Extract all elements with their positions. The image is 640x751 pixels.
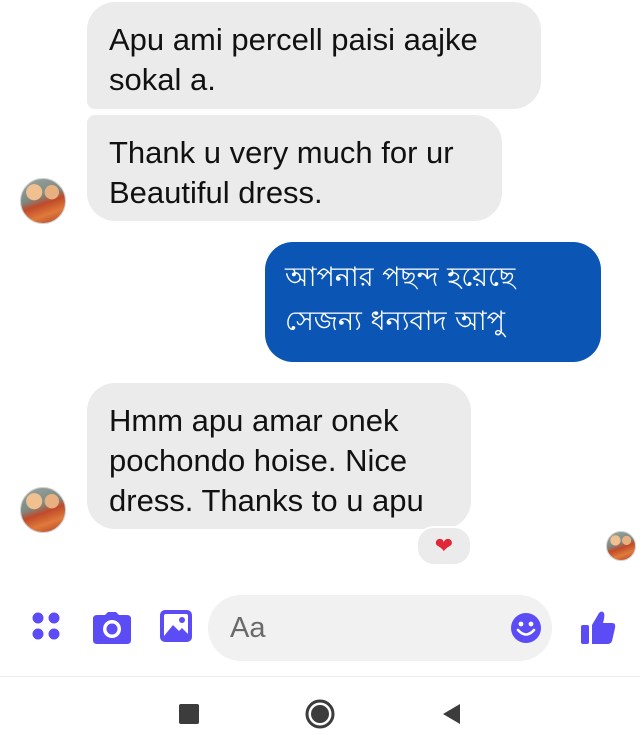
message-text-line: sokal a. [109,62,216,97]
seen-receipt-avatar [606,531,636,561]
message-composer: Aa [0,590,640,670]
thumbs-up-icon [581,611,616,644]
camera-icon [93,612,131,644]
message-text-line: dress. Thanks to u apu [109,483,424,518]
gallery-button[interactable] [158,608,194,644]
sender-avatar[interactable] [20,487,66,533]
message-reaction[interactable]: ❤ [416,526,472,566]
message-text-line: আপনার পছন্দ হয়েছে [285,262,516,293]
system-navigation-bar [0,676,640,751]
incoming-message-bubble[interactable]: Thank u very much for ur Beautiful dress… [87,115,502,221]
message-text-line: সেজন্য ধন্যবাদ আপু [285,306,505,337]
incoming-message-bubble[interactable]: Hmm apu amar onek pochondo hoise. Nice d… [87,383,471,529]
recent-apps-icon [179,704,199,724]
outgoing-message-bubble[interactable]: আপনার পছন্দ হয়েছে সেজন্য ধন্যবাদ আপু [265,242,601,362]
menu-dots-button[interactable] [28,608,64,644]
heart-icon: ❤ [434,533,454,558]
back-button[interactable] [434,697,468,731]
recent-apps-button[interactable] [172,697,206,731]
emoji-button[interactable] [510,612,542,644]
message-text-line: Hmm apu amar onek [109,403,399,438]
emoji-icon [511,613,541,643]
message-text-line: pochondo hoise. Nice [109,443,408,478]
like-button[interactable] [578,608,618,648]
message-input[interactable]: Aa [208,595,552,661]
home-button[interactable] [303,697,337,731]
message-thread: Apu ami percell paisi aajke sokal a. Tha… [0,0,640,585]
home-icon [305,699,335,729]
gallery-icon [160,610,192,642]
back-icon [443,704,460,724]
camera-button[interactable] [92,610,132,646]
incoming-message-bubble[interactable]: Apu ami percell paisi aajke sokal a. [87,2,541,109]
menu-dots-icon [32,612,60,640]
message-text-line: Beautiful dress. [109,175,323,210]
sender-avatar[interactable] [20,178,66,224]
message-input-placeholder: Aa [230,612,266,644]
message-text-line: Apu ami percell paisi aajke [109,22,478,57]
message-text-line: Thank u very much for ur [109,135,454,170]
